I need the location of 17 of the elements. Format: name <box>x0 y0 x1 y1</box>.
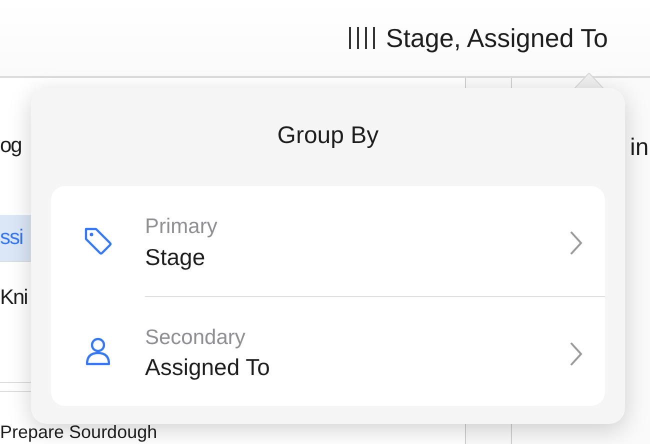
group-option[interactable]: Primary Stage <box>51 186 605 296</box>
columns-icon <box>348 26 378 50</box>
tag-icon <box>82 225 114 257</box>
option-value: Stage <box>145 242 206 272</box>
list-item[interactable]: Prepare Sourdough <box>0 422 158 442</box>
option-caption: Secondary <box>145 324 246 351</box>
chevron-icon <box>569 230 583 256</box>
group-by-label[interactable]: Stage, Assigned To <box>386 18 608 58</box>
group-option[interactable]: Secondary Assigned To <box>51 296 605 406</box>
option-caption: Primary <box>145 214 218 240</box>
column-heading: in <box>630 134 649 163</box>
chevron-icon <box>569 340 583 366</box>
popover-title: Group By <box>276 121 380 151</box>
list-item[interactable]: og <box>0 134 22 157</box>
list-item[interactable]: Kni <box>0 286 28 309</box>
row-label: ssi <box>0 226 23 249</box>
option-value: Assigned To <box>145 353 271 382</box>
